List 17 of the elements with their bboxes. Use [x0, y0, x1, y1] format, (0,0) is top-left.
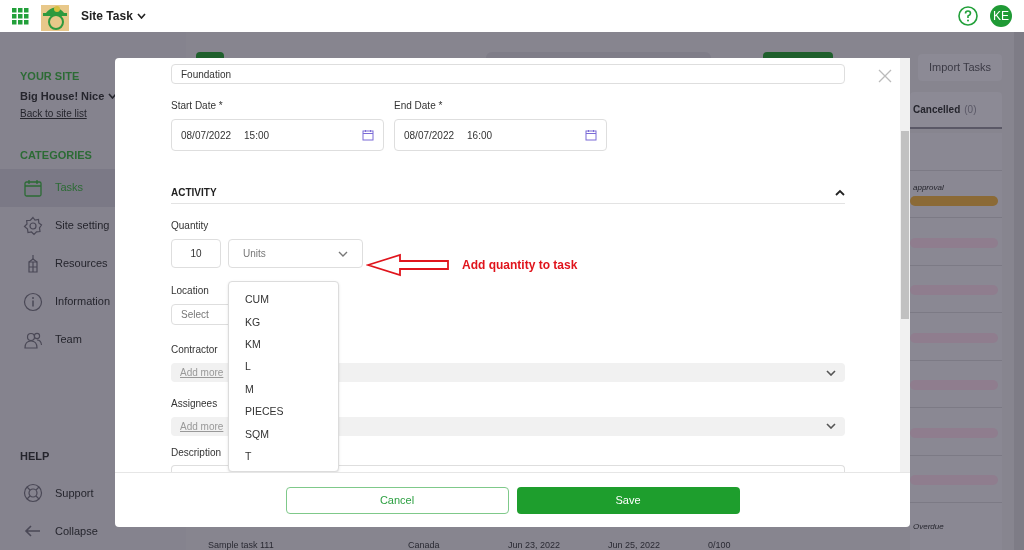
section-heading: CATEGORIES — [20, 148, 93, 163]
status-label: approval — [912, 182, 944, 195]
table-cell-text: Jun 23, 2022 — [508, 539, 562, 550]
table-cell-text: 0/100 — [708, 539, 732, 550]
field-label: Start Date * — [171, 99, 223, 113]
field-label: End Date * — [394, 99, 443, 113]
status-label: Overdue — [912, 520, 944, 533]
field-label: Location — [171, 284, 209, 298]
field-label: Description — [171, 445, 222, 460]
table-cell-text: Jun 25, 2022 — [608, 539, 662, 550]
table-cell-text: Sample task 111 — [208, 539, 275, 550]
table-cell-text: Canada — [408, 539, 441, 550]
field-label: Assignees — [171, 397, 218, 412]
section-heading: YOUR SITE — [20, 69, 81, 84]
field-label: Quantity — [171, 219, 209, 233]
annotation-text: Add quantity to task — [462, 257, 578, 274]
field-label: Contractor — [171, 343, 218, 358]
